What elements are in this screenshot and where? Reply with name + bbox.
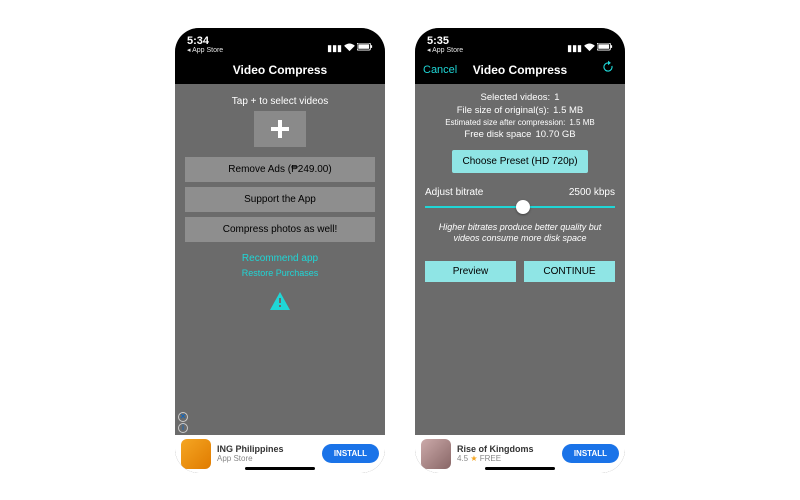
wifi-icon — [344, 43, 355, 54]
notch — [235, 28, 325, 44]
status-time: 5:35 — [427, 36, 463, 47]
filesize-label: File size of original(s): — [457, 105, 549, 116]
star-icon: ★ — [470, 454, 477, 463]
phone-compress-screen: 5:35 ◂ App Store ▮▮▮ Cancel Video Compre… — [415, 28, 625, 473]
home-indicator[interactable] — [485, 467, 555, 470]
preview-button[interactable]: Preview — [425, 261, 516, 282]
selected-videos-value: 1 — [554, 92, 559, 103]
plus-icon — [268, 117, 292, 141]
tap-instruction: Tap + to select videos — [232, 96, 328, 107]
compress-photos-button[interactable]: Compress photos as well! — [185, 217, 375, 242]
status-indicators: ▮▮▮ — [567, 43, 613, 54]
bitrate-slider[interactable] — [425, 200, 615, 214]
selected-videos-label: Selected videos: — [480, 92, 550, 103]
wifi-icon — [584, 43, 595, 54]
page-title: Video Compress — [233, 63, 327, 77]
warning-icon[interactable] — [270, 292, 290, 315]
signal-icon: ▮▮▮ — [567, 43, 582, 54]
refresh-icon — [601, 60, 615, 74]
ad-price: FREE — [480, 454, 501, 463]
cancel-button[interactable]: Cancel — [423, 64, 457, 76]
ad-title: Rise of Kingdoms — [457, 444, 556, 454]
install-button[interactable]: INSTALL — [562, 444, 619, 463]
ad-title: ING Philippines — [217, 444, 316, 454]
estimated-size-label: Estimated size after compression: — [445, 118, 565, 127]
bitrate-value: 2500 kbps — [569, 187, 615, 198]
back-to-appstore[interactable]: ◂ App Store — [187, 47, 223, 54]
back-to-appstore[interactable]: ◂ App Store — [427, 47, 463, 54]
refresh-button[interactable] — [601, 60, 615, 79]
free-disk-label: Free disk space — [464, 129, 531, 140]
battery-icon — [357, 43, 373, 53]
install-button[interactable]: INSTALL — [322, 444, 379, 463]
ad-close-icon[interactable]: ✕ — [178, 412, 188, 422]
choose-preset-button[interactable]: Choose Preset (HD 720p) — [452, 150, 587, 173]
battery-icon — [597, 43, 613, 53]
ad-controls: ✕ i — [177, 412, 189, 433]
filesize-value: 1.5 MB — [553, 105, 583, 116]
notch — [475, 28, 565, 44]
ad-app-icon — [421, 439, 451, 469]
ad-app-icon — [181, 439, 211, 469]
page-title: Video Compress — [473, 63, 567, 77]
home-indicator[interactable] — [245, 467, 315, 470]
support-app-button[interactable]: Support the App — [185, 187, 375, 212]
status-bar: 5:34 ◂ App Store ▮▮▮ — [175, 28, 385, 56]
status-time: 5:34 — [187, 36, 223, 47]
restore-purchases-link[interactable]: Restore Purchases — [242, 268, 319, 278]
bitrate-label: Adjust bitrate — [425, 187, 483, 198]
status-indicators: ▮▮▮ — [327, 43, 373, 54]
free-disk-value: 10.70 GB — [535, 129, 575, 140]
recommend-app-link[interactable]: Recommend app — [242, 253, 318, 264]
ad-info-icon[interactable]: i — [178, 423, 188, 433]
slider-thumb[interactable] — [516, 200, 530, 214]
ad-subtitle: App Store — [217, 454, 316, 463]
nav-bar: Cancel Video Compress — [415, 56, 625, 84]
main-content: Selected videos: 1 File size of original… — [415, 84, 625, 435]
ad-rating: 4.5 — [457, 454, 468, 463]
bitrate-hint: Higher bitrates produce better quality b… — [425, 222, 615, 245]
remove-ads-button[interactable]: Remove Ads (₱249.00) — [185, 157, 375, 182]
nav-bar: Video Compress — [175, 56, 385, 84]
status-bar: 5:35 ◂ App Store ▮▮▮ — [415, 28, 625, 56]
ad-subtitle: 4.5 ★ FREE — [457, 454, 556, 463]
main-content: Tap + to select videos Remove Ads (₱249.… — [175, 84, 385, 435]
phone-home-screen: 5:34 ◂ App Store ▮▮▮ Video Compress Tap … — [175, 28, 385, 473]
estimated-size-value: 1.5 MB — [569, 118, 594, 127]
signal-icon: ▮▮▮ — [327, 43, 342, 54]
add-video-button[interactable] — [254, 111, 306, 147]
continue-button[interactable]: CONTINUE — [524, 261, 615, 282]
